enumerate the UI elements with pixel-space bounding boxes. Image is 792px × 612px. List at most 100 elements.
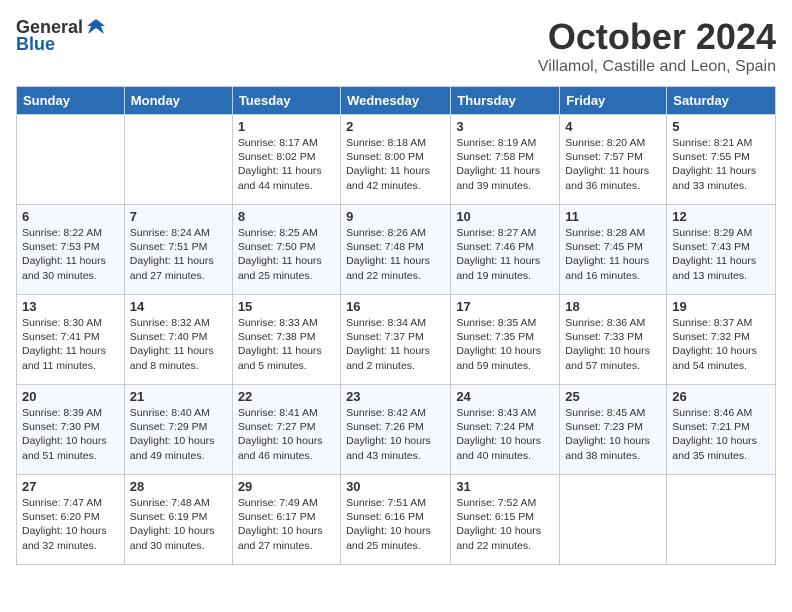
day-number: 31: [456, 479, 554, 494]
logo-bird-icon: [85, 16, 107, 38]
day-number: 20: [22, 389, 119, 404]
cell-content: Sunrise: 8:28 AMSunset: 7:45 PMDaylight:…: [565, 226, 661, 283]
day-number: 25: [565, 389, 661, 404]
calendar-cell: 7 Sunrise: 8:24 AMSunset: 7:51 PMDaylight…: [124, 205, 232, 295]
day-number: 15: [238, 299, 335, 314]
calendar-cell: 20Sunrise: 8:39 AMSunset: 7:30 PMDayligh…: [17, 385, 125, 475]
calendar-day-header: Thursday: [451, 87, 560, 115]
cell-content: Sunrise: 8:18 AMSunset: 8:00 PMDaylight:…: [346, 136, 445, 193]
cell-content: Sunrise: 8:35 AMSunset: 7:35 PMDaylight:…: [456, 316, 554, 373]
calendar-day-header: Tuesday: [232, 87, 340, 115]
day-number: 4: [565, 119, 661, 134]
day-number: 1: [238, 119, 335, 134]
calendar-cell: 5Sunrise: 8:21 AMSunset: 7:55 PMDaylight…: [667, 115, 776, 205]
cell-content: Sunrise: 8:26 AMSunset: 7:48 PMDaylight:…: [346, 226, 445, 283]
day-number: 22: [238, 389, 335, 404]
calendar-cell: 18 Sunrise: 8:36 AMSunset: 7:33 PMDayligh…: [560, 295, 667, 385]
cell-content: Sunrise: 8:42 AMSunset: 7:26 PMDaylight:…: [346, 406, 445, 463]
cell-content: Sunrise: 7:51 AMSunset: 6:16 PMDaylight:…: [346, 496, 445, 553]
day-number: 9: [346, 209, 445, 224]
day-number: 10: [456, 209, 554, 224]
day-number: 27: [22, 479, 119, 494]
day-number: 8: [238, 209, 335, 224]
day-number: 26: [672, 389, 770, 404]
day-number: 30: [346, 479, 445, 494]
calendar-week-row: 1 Sunrise: 8:17 AMSunset: 8:02 PMDaylight…: [17, 115, 776, 205]
calendar-cell: 3 Sunrise: 8:19 AMSunset: 7:58 PMDaylight…: [451, 115, 560, 205]
logo: General Blue: [16, 16, 107, 55]
cell-content: Sunrise: 8:45 AMSunset: 7:23 PMDaylight:…: [565, 406, 661, 463]
cell-content: Sunrise: 8:32 AMSunset: 7:40 PMDaylight:…: [130, 316, 227, 373]
calendar-cell: 23 Sunrise: 8:42 AMSunset: 7:26 PMDayligh…: [341, 385, 451, 475]
cell-content: Sunrise: 8:36 AMSunset: 7:33 PMDaylight:…: [565, 316, 661, 373]
calendar-cell: 8 Sunrise: 8:25 AMSunset: 7:50 PMDaylight…: [232, 205, 340, 295]
day-number: 29: [238, 479, 335, 494]
calendar-cell: 19 Sunrise: 8:37 AMSunset: 7:32 PMDayligh…: [667, 295, 776, 385]
page-header: General Blue October 2024 Villamol, Cast…: [16, 16, 776, 76]
calendar-cell: 14 Sunrise: 8:32 AMSunset: 7:40 PMDayligh…: [124, 295, 232, 385]
cell-content: Sunrise: 8:29 AMSunset: 7:43 PMDaylight:…: [672, 226, 770, 283]
day-number: 14: [130, 299, 227, 314]
day-number: 3: [456, 119, 554, 134]
calendar-cell: 25 Sunrise: 8:45 AMSunset: 7:23 PMDayligh…: [560, 385, 667, 475]
day-number: 23: [346, 389, 445, 404]
logo-blue-text: Blue: [16, 34, 55, 55]
day-number: 28: [130, 479, 227, 494]
calendar-day-header: Saturday: [667, 87, 776, 115]
day-number: 7: [130, 209, 227, 224]
calendar-cell: 6Sunrise: 8:22 AMSunset: 7:53 PMDaylight…: [17, 205, 125, 295]
calendar-day-header: Sunday: [17, 87, 125, 115]
calendar-week-row: 20Sunrise: 8:39 AMSunset: 7:30 PMDayligh…: [17, 385, 776, 475]
month-title: October 2024: [538, 16, 776, 58]
calendar-cell: 17 Sunrise: 8:35 AMSunset: 7:35 PMDayligh…: [451, 295, 560, 385]
calendar-cell: 2Sunrise: 8:18 AMSunset: 8:00 PMDaylight…: [341, 115, 451, 205]
cell-content: Sunrise: 8:30 AMSunset: 7:41 PMDaylight:…: [22, 316, 119, 373]
calendar-day-header: Wednesday: [341, 87, 451, 115]
day-number: 17: [456, 299, 554, 314]
day-number: 24: [456, 389, 554, 404]
calendar-cell: 16 Sunrise: 8:34 AMSunset: 7:37 PMDayligh…: [341, 295, 451, 385]
calendar-cell: 12Sunrise: 8:29 AMSunset: 7:43 PMDayligh…: [667, 205, 776, 295]
cell-content: Sunrise: 8:19 AMSunset: 7:58 PMDaylight:…: [456, 136, 554, 193]
cell-content: Sunrise: 8:25 AMSunset: 7:50 PMDaylight:…: [238, 226, 335, 283]
calendar-cell: 1 Sunrise: 8:17 AMSunset: 8:02 PMDaylight…: [232, 115, 340, 205]
cell-content: Sunrise: 8:43 AMSunset: 7:24 PMDaylight:…: [456, 406, 554, 463]
day-number: 6: [22, 209, 119, 224]
cell-content: Sunrise: 8:27 AMSunset: 7:46 PMDaylight:…: [456, 226, 554, 283]
title-area: October 2024 Villamol, Castille and Leon…: [538, 16, 776, 76]
calendar-cell: 11 Sunrise: 8:28 AMSunset: 7:45 PMDayligh…: [560, 205, 667, 295]
cell-content: Sunrise: 8:24 AMSunset: 7:51 PMDaylight:…: [130, 226, 227, 283]
cell-content: Sunrise: 8:37 AMSunset: 7:32 PMDaylight:…: [672, 316, 770, 373]
calendar-cell: [667, 475, 776, 565]
calendar-cell: 28 Sunrise: 7:48 AMSunset: 6:19 PMDayligh…: [124, 475, 232, 565]
cell-content: Sunrise: 8:17 AMSunset: 8:02 PMDaylight:…: [238, 136, 335, 193]
cell-content: Sunrise: 8:33 AMSunset: 7:38 PMDaylight:…: [238, 316, 335, 373]
day-number: 19: [672, 299, 770, 314]
cell-content: Sunrise: 7:47 AMSunset: 6:20 PMDaylight:…: [22, 496, 119, 553]
location-label: Villamol, Castille and Leon, Spain: [538, 58, 776, 76]
calendar-cell: 4Sunrise: 8:20 AMSunset: 7:57 PMDaylight…: [560, 115, 667, 205]
cell-content: Sunrise: 8:34 AMSunset: 7:37 PMDaylight:…: [346, 316, 445, 373]
day-number: 16: [346, 299, 445, 314]
calendar-week-row: 6Sunrise: 8:22 AMSunset: 7:53 PMDaylight…: [17, 205, 776, 295]
day-number: 18: [565, 299, 661, 314]
calendar-cell: 27 Sunrise: 7:47 AMSunset: 6:20 PMDayligh…: [17, 475, 125, 565]
calendar-cell: 15 Sunrise: 8:33 AMSunset: 7:38 PMDayligh…: [232, 295, 340, 385]
calendar-cell: 22Sunrise: 8:41 AMSunset: 7:27 PMDayligh…: [232, 385, 340, 475]
calendar-header-row: SundayMondayTuesdayWednesdayThursdayFrid…: [17, 87, 776, 115]
calendar-cell: [17, 115, 125, 205]
calendar-cell: 21Sunrise: 8:40 AMSunset: 7:29 PMDayligh…: [124, 385, 232, 475]
calendar-cell: [560, 475, 667, 565]
calendar-cell: 26 Sunrise: 8:46 AMSunset: 7:21 PMDayligh…: [667, 385, 776, 475]
calendar-cell: 24 Sunrise: 8:43 AMSunset: 7:24 PMDayligh…: [451, 385, 560, 475]
calendar-cell: 9 Sunrise: 8:26 AMSunset: 7:48 PMDaylight…: [341, 205, 451, 295]
calendar-week-row: 27 Sunrise: 7:47 AMSunset: 6:20 PMDayligh…: [17, 475, 776, 565]
day-number: 11: [565, 209, 661, 224]
calendar-cell: 30 Sunrise: 7:51 AMSunset: 6:16 PMDayligh…: [341, 475, 451, 565]
calendar-cell: 10 Sunrise: 8:27 AMSunset: 7:46 PMDayligh…: [451, 205, 560, 295]
cell-content: Sunrise: 7:48 AMSunset: 6:19 PMDaylight:…: [130, 496, 227, 553]
calendar-cell: 31Sunrise: 7:52 AMSunset: 6:15 PMDayligh…: [451, 475, 560, 565]
cell-content: Sunrise: 7:49 AMSunset: 6:17 PMDaylight:…: [238, 496, 335, 553]
day-number: 21: [130, 389, 227, 404]
cell-content: Sunrise: 8:46 AMSunset: 7:21 PMDaylight:…: [672, 406, 770, 463]
